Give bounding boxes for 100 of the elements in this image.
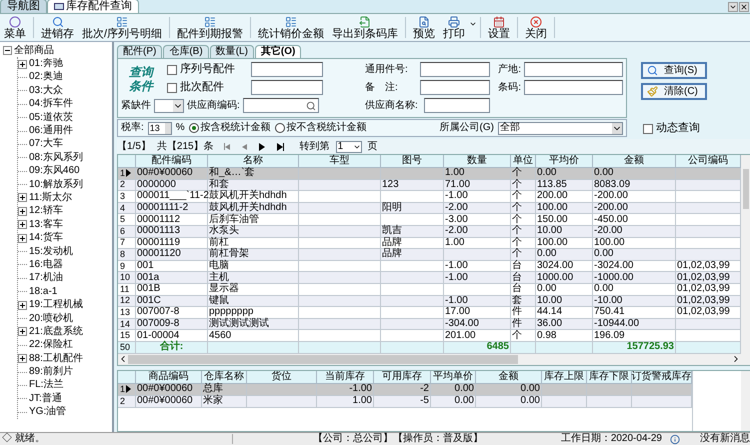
tree-item[interactable]: 13:客车 (29, 220, 63, 230)
toolbar-button[interactable]: 预览 (409, 14, 440, 41)
dropdown-field[interactable] (154, 98, 184, 112)
tree-item[interactable]: 10:解放系列 (29, 180, 83, 190)
expand-toggle[interactable] (18, 327, 27, 336)
tree-item[interactable]: 09:东风460 (29, 166, 80, 176)
tree-item[interactable]: 17:机油 (29, 273, 63, 284)
message-text: 没有新消息 (700, 434, 750, 444)
tree-item[interactable]: 22:保险杠 (29, 340, 73, 350)
spin-field[interactable]: 13 (148, 122, 172, 134)
page-select[interactable]: 1 (336, 140, 362, 152)
input-field[interactable] (251, 80, 323, 95)
tree-item[interactable]: 89:前刹片 (29, 367, 73, 378)
tree-item[interactable]: 16:电器 (29, 260, 63, 270)
selected-row[interactable]: 1 00#0¥00060 总库 -1.00 -2 0.00 0.00 (118, 384, 692, 396)
tree-item[interactable]: 20:喷砂机 (29, 314, 73, 324)
toolbar-button[interactable]: 打印 (439, 14, 470, 41)
input-field[interactable] (524, 62, 623, 77)
tree-item[interactable]: 05:道依茨 (29, 112, 73, 123)
toolbar-button[interactable]: 统计销价金额 (254, 14, 328, 41)
toolbar-button[interactable]: 关闭 (521, 14, 552, 41)
tree-item[interactable]: 全部商品 (14, 46, 54, 56)
table-cell: 0.00 (476, 396, 542, 408)
tree-item[interactable]: 21:底盘系统 (29, 326, 83, 337)
dropdown-icon (173, 100, 183, 112)
tab[interactable]: 其它(O) (254, 45, 302, 58)
table-cell: -5 (374, 396, 431, 408)
tree-item[interactable]: 11:斯太尔 (29, 192, 72, 203)
input-field[interactable] (524, 80, 623, 95)
document-tab[interactable]: 导航图 (0, 0, 47, 13)
company-select[interactable]: 全部 (498, 122, 623, 134)
toolbar-button[interactable]: 配件到期报警 (173, 14, 248, 41)
unit-label: % (176, 123, 185, 133)
horizontal-scrollbar[interactable] (118, 354, 741, 365)
expand-toggle[interactable] (18, 220, 27, 230)
query-button[interactable]: 清除(C) (641, 83, 707, 100)
tree-item[interactable]: 04:拆车件 (29, 99, 73, 110)
field-label: 供应商编码: (187, 100, 240, 110)
tree-item[interactable]: 18:a-1 (29, 286, 58, 297)
checkbox[interactable] (643, 124, 653, 134)
tab[interactable]: 仓库(B) (163, 45, 209, 58)
tree-item[interactable]: 07:大车 (29, 139, 63, 150)
field-label: 备 注: (365, 82, 399, 92)
query-button[interactable]: 查询(S) (641, 62, 707, 79)
tab[interactable]: 数量(L) (210, 45, 254, 58)
expand-toggle[interactable] (18, 193, 27, 202)
tree-item[interactable]: 88:工机配件 (29, 354, 83, 364)
query-title: 查询 (129, 64, 153, 78)
collapse-toggle[interactable] (3, 46, 12, 56)
close-icon[interactable] (739, 2, 749, 12)
table-cell: 1.00 (317, 396, 374, 408)
list-icon (285, 16, 298, 28)
tree-item[interactable]: JT:普通 (29, 394, 62, 404)
dropdown-icon[interactable] (469, 20, 478, 28)
vertical-scrollbar[interactable] (741, 370, 750, 431)
document-search-icon (418, 16, 430, 28)
toolbar-button[interactable]: 导出到条码库 (328, 14, 402, 41)
magnifier-icon (52, 16, 64, 28)
toolbar-button[interactable]: 进销存 (37, 14, 78, 41)
tree-item[interactable]: YG:油管 (29, 407, 66, 418)
input-field[interactable] (251, 62, 323, 77)
selected-row[interactable]: 1 00#0¥00060 和_&…`套 1.00 个 0.00 0.00 (118, 168, 741, 180)
document-tab[interactable]: 库存配件查询 (47, 0, 139, 13)
tree-item[interactable]: 08:东风系列 (29, 152, 83, 163)
close-icon (530, 16, 542, 28)
input-field[interactable] (420, 80, 490, 95)
tree-item[interactable]: 03:大众 (29, 86, 63, 96)
expand-toggle[interactable] (18, 206, 27, 216)
tree-item[interactable]: 15:发动机 (29, 246, 73, 257)
expand-toggle[interactable] (18, 354, 27, 364)
tree-item[interactable]: FL:法兰 (29, 380, 64, 390)
checkbox[interactable] (167, 82, 177, 92)
toolbar-button[interactable]: 菜单 (0, 14, 30, 41)
input-field[interactable] (424, 98, 490, 113)
radio-button[interactable] (188, 123, 199, 133)
tree-item[interactable]: 19:工程机械 (29, 300, 83, 310)
checkbox-label: 序列号配件 (180, 64, 235, 75)
vertical-scrollbar[interactable] (741, 155, 750, 365)
info-icon[interactable] (670, 434, 680, 444)
toolbar-button[interactable]: 设置 (484, 14, 514, 41)
tree-item[interactable]: 12:轿车 (29, 206, 63, 216)
tree-item[interactable]: 06:通用件 (29, 126, 73, 136)
expand-toggle[interactable] (18, 234, 27, 243)
radio-button[interactable] (274, 123, 285, 133)
checkbox[interactable] (167, 64, 177, 74)
search-icon[interactable] (306, 101, 316, 111)
expand-toggle[interactable] (18, 60, 27, 69)
tree-item[interactable]: 01:奔驰 (29, 59, 63, 70)
tree-item[interactable]: 14:货车 (29, 233, 63, 244)
lookup-field[interactable] (242, 98, 319, 113)
input-field[interactable] (420, 62, 490, 77)
expand-toggle[interactable] (18, 300, 27, 310)
field-label: 通用件号: (365, 64, 409, 74)
toolbar-button[interactable]: 批次/序列号明细 (78, 14, 166, 41)
company-operator-text: 【公司：总公司】【操作员：普及版】 (312, 434, 483, 444)
tab[interactable]: 配件(P) (117, 45, 162, 58)
table-cell: 米家 (202, 396, 247, 408)
list-icon (116, 16, 128, 28)
tree-item[interactable]: 02:奥迪 (29, 72, 63, 82)
goto-label: 转到第 (300, 142, 330, 152)
